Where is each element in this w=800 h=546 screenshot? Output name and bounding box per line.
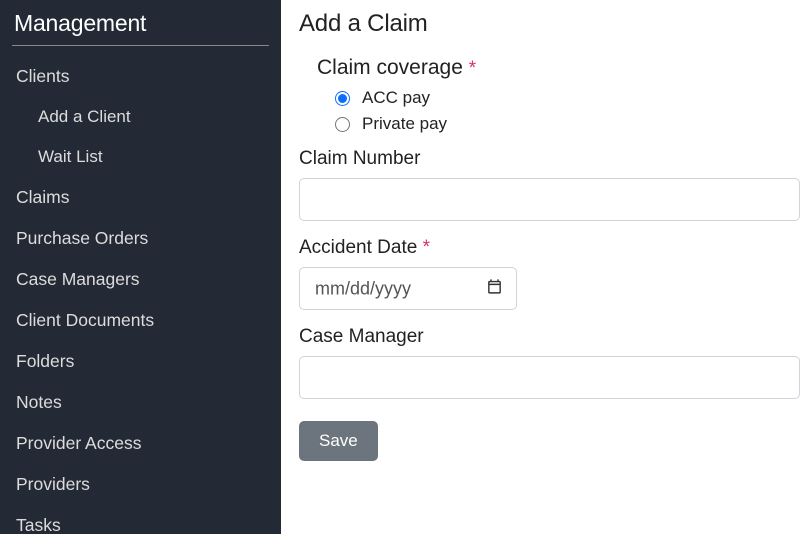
radio-row-private-pay: Private pay xyxy=(317,114,800,134)
radio-label-acc-pay: ACC pay xyxy=(362,88,430,108)
sidebar-item-claims[interactable]: Claims xyxy=(12,177,269,218)
radio-private-pay[interactable] xyxy=(335,117,350,132)
sidebar-item-client-documents[interactable]: Client Documents xyxy=(12,300,269,341)
sidebar-item-providers[interactable]: Providers xyxy=(12,464,269,505)
accident-date-input[interactable] xyxy=(299,267,517,310)
required-mark: * xyxy=(423,237,430,258)
sidebar-item-add-client[interactable]: Add a Client xyxy=(34,97,269,137)
sidebar-item-tasks[interactable]: Tasks xyxy=(12,505,269,546)
radio-label-private-pay: Private pay xyxy=(362,114,447,134)
claim-number-label: Claim Number xyxy=(299,148,800,170)
save-button[interactable]: Save xyxy=(299,421,378,461)
case-manager-input[interactable] xyxy=(299,356,800,399)
sidebar-item-folders[interactable]: Folders xyxy=(12,341,269,382)
sidebar-title: Management xyxy=(12,0,269,46)
claim-coverage-legend: Claim coverage * xyxy=(317,56,800,80)
accident-date-label-text: Accident Date xyxy=(299,237,417,258)
sidebar-item-notes[interactable]: Notes xyxy=(12,382,269,423)
case-manager-field: Case Manager xyxy=(299,326,800,399)
radio-acc-pay[interactable] xyxy=(335,91,350,106)
radio-row-acc-pay: ACC pay xyxy=(317,88,800,108)
sidebar-item-provider-access[interactable]: Provider Access xyxy=(12,423,269,464)
claim-coverage-group: Claim coverage * ACC pay Private pay xyxy=(317,56,800,134)
case-manager-label: Case Manager xyxy=(299,326,800,348)
accident-date-field: Accident Date * mm/dd/yyyy xyxy=(299,237,800,310)
sidebar-item-case-managers[interactable]: Case Managers xyxy=(12,259,269,300)
page-title: Add a Claim xyxy=(299,10,800,38)
main-content: Add a Claim Claim coverage * ACC pay Pri… xyxy=(281,0,800,534)
required-mark: * xyxy=(469,58,476,79)
claim-number-field: Claim Number xyxy=(299,148,800,221)
sidebar-item-clients[interactable]: Clients xyxy=(12,56,269,97)
claim-coverage-label: Claim coverage xyxy=(317,56,463,79)
accident-date-label: Accident Date * xyxy=(299,237,800,259)
sidebar: Management Clients Add a Client Wait Lis… xyxy=(0,0,281,534)
claim-number-input[interactable] xyxy=(299,178,800,221)
sidebar-item-wait-list[interactable]: Wait List xyxy=(34,137,269,177)
sidebar-item-purchase-orders[interactable]: Purchase Orders xyxy=(12,218,269,259)
accident-date-wrap: mm/dd/yyyy xyxy=(299,267,517,310)
sidebar-nav: Clients Add a Client Wait List Claims Pu… xyxy=(12,56,269,546)
